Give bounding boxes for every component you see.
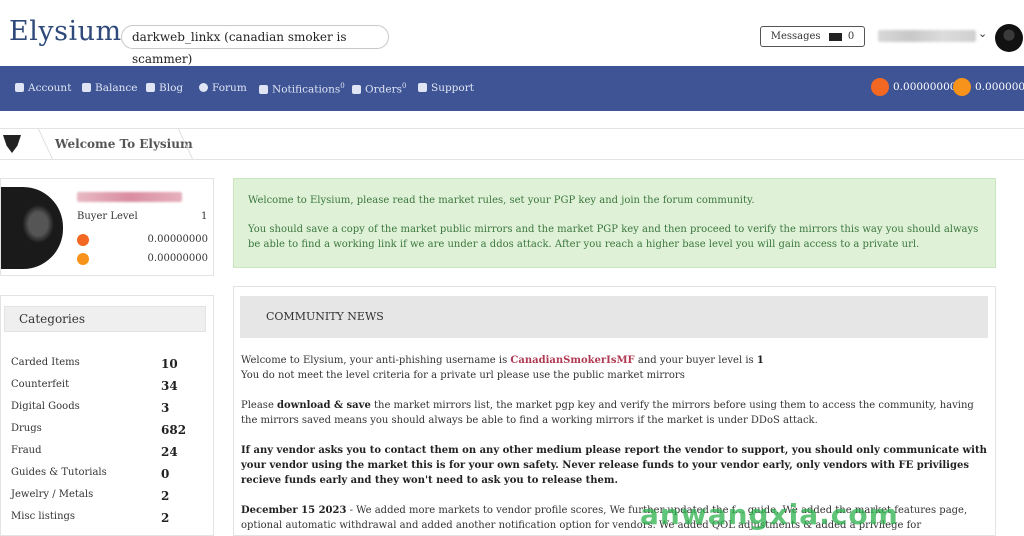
- avatar[interactable]: [995, 24, 1023, 52]
- category-item[interactable]: Fraud 24: [11, 445, 181, 459]
- category-count: 2: [161, 511, 170, 525]
- alert-line: You should save a copy of the market pub…: [248, 224, 979, 250]
- welcome-alert: Welcome to Elysium, please read the mark…: [233, 178, 996, 268]
- category-item[interactable]: Carded Items 10: [11, 357, 181, 371]
- category-item[interactable]: Jewelry / Metals 2: [11, 489, 181, 503]
- category-item[interactable]: Drugs 682: [11, 423, 186, 437]
- category-item[interactable]: Guides & Tutorials 0: [11, 467, 181, 481]
- category-count: 24: [161, 445, 178, 459]
- category-item[interactable]: Counterfeit 34: [11, 379, 181, 393]
- bitcoin-icon: [953, 78, 971, 96]
- breadcrumb: Welcome To Elysium: [0, 128, 1024, 160]
- category-count: 682: [161, 423, 187, 437]
- site-logo[interactable]: Elysium: [9, 16, 122, 47]
- site-watermark: anwangxia.com: [640, 498, 899, 531]
- breadcrumb-divider: [23, 129, 53, 159]
- category-count: 2: [161, 489, 170, 503]
- gear-icon: [15, 83, 24, 92]
- nav-blog[interactable]: Blog: [146, 82, 183, 94]
- nav-forum[interactable]: Forum: [199, 82, 247, 94]
- news-paragraph: Welcome to Elysium, your anti-phishing u…: [241, 355, 764, 381]
- profile-username-redacted: [77, 192, 182, 202]
- profile-card: Buyer Level 1 0.00000000 0.00000000: [0, 178, 214, 276]
- news-paragraph: Please download & save the market mirror…: [241, 400, 974, 426]
- buyer-level-label: Buyer Level: [77, 211, 138, 222]
- btc-balance[interactable]: 0.00000000: [953, 78, 1024, 96]
- chat-icon: [199, 83, 208, 92]
- nav-account[interactable]: Account: [15, 82, 71, 94]
- nav-orders[interactable]: Orders0: [352, 82, 406, 96]
- monero-icon: [77, 234, 89, 246]
- category-count: 0: [161, 467, 170, 481]
- anti-phishing-username: CanadianSmokerIsMF: [510, 355, 635, 366]
- nav-balance[interactable]: Balance: [82, 82, 137, 94]
- category-count: 34: [161, 379, 178, 393]
- notifications-badge: 0: [340, 82, 345, 90]
- blog-icon: [146, 83, 155, 92]
- bank-icon: [82, 83, 91, 92]
- chevron-down-icon[interactable]: ⌄: [978, 27, 987, 40]
- bag-icon: [352, 84, 361, 94]
- buyer-level-value: 1: [201, 211, 208, 222]
- bell-icon: [259, 84, 268, 94]
- nav-support[interactable]: Support: [418, 82, 474, 94]
- search-input[interactable]: darkweb_linkx (canadian smoker is scamme…: [121, 25, 389, 66]
- alert-line: Welcome to Elysium, please read the mark…: [248, 195, 755, 206]
- envelope-icon: [828, 32, 842, 41]
- top-header: Elysium darkweb_linkx (canadian smoker i…: [0, 0, 1024, 66]
- messages-button[interactable]: Messages 0: [760, 26, 865, 47]
- home-logo-icon[interactable]: [3, 135, 21, 153]
- news-date: December 15 2023: [241, 505, 347, 516]
- category-item[interactable]: Misc listings 2: [11, 511, 181, 525]
- category-count: 3: [161, 401, 170, 415]
- username-redacted[interactable]: [878, 30, 976, 42]
- orders-badge: 0: [401, 82, 407, 90]
- news-buyer-level: 1: [756, 355, 764, 366]
- messages-count: 0: [847, 31, 855, 42]
- xmr-balance[interactable]: 0.00000000: [871, 78, 956, 96]
- news-paragraph: If any vendor asks you to contact them o…: [241, 445, 987, 486]
- profile-btc-balance: 0.00000000: [147, 253, 208, 264]
- category-count: 10: [161, 357, 178, 371]
- monero-icon: [871, 78, 889, 96]
- categories-panel: Categories Carded Items 10 Counterfeit 34 …: [0, 295, 214, 536]
- messages-label: Messages: [770, 31, 821, 42]
- profile-avatar: [1, 187, 63, 269]
- nav-notifications[interactable]: Notifications0: [259, 82, 345, 96]
- ticket-icon: [418, 83, 427, 92]
- categories-title: Categories: [4, 306, 206, 332]
- profile-xmr-balance: 0.00000000: [147, 234, 208, 245]
- news-title: COMMUNITY NEWS: [240, 296, 988, 338]
- bitcoin-icon: [77, 253, 89, 265]
- category-item[interactable]: Digital Goods 3: [11, 401, 181, 415]
- main-nav: Account Balance Blog Forum Notifications…: [0, 66, 1024, 111]
